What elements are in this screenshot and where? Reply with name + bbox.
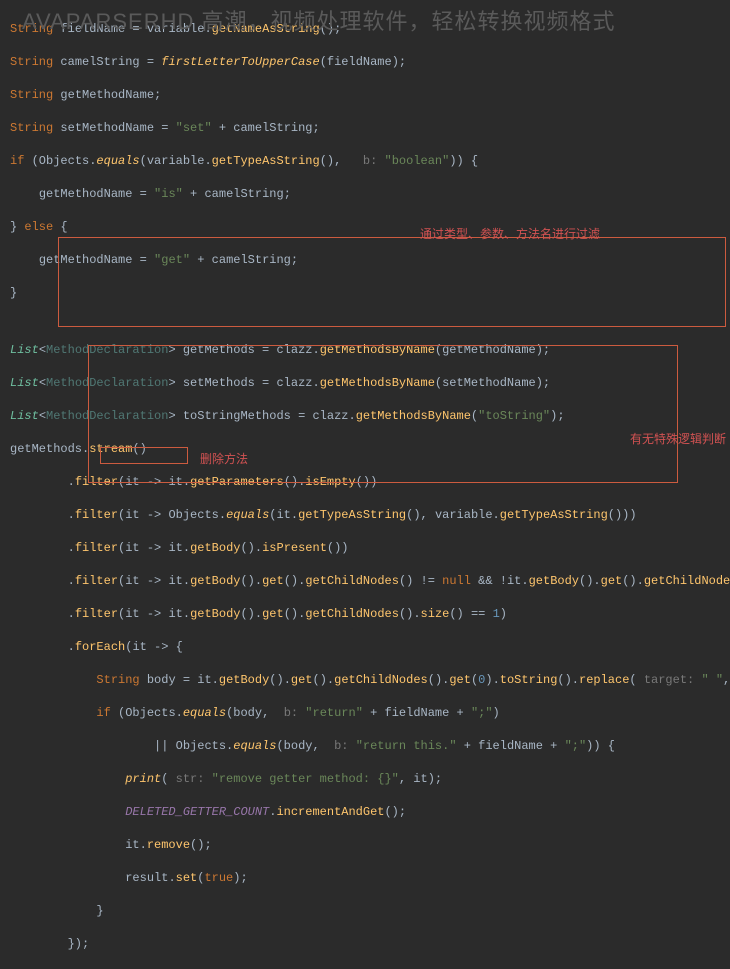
- logic-note: 有无特殊逻辑判断: [630, 430, 726, 447]
- filter-note: 通过类型、参数、方法名进行过滤: [420, 225, 600, 242]
- code-block: String fieldName = variable.getNameAsStr…: [0, 0, 730, 969]
- remove-note: 删除方法: [200, 450, 248, 467]
